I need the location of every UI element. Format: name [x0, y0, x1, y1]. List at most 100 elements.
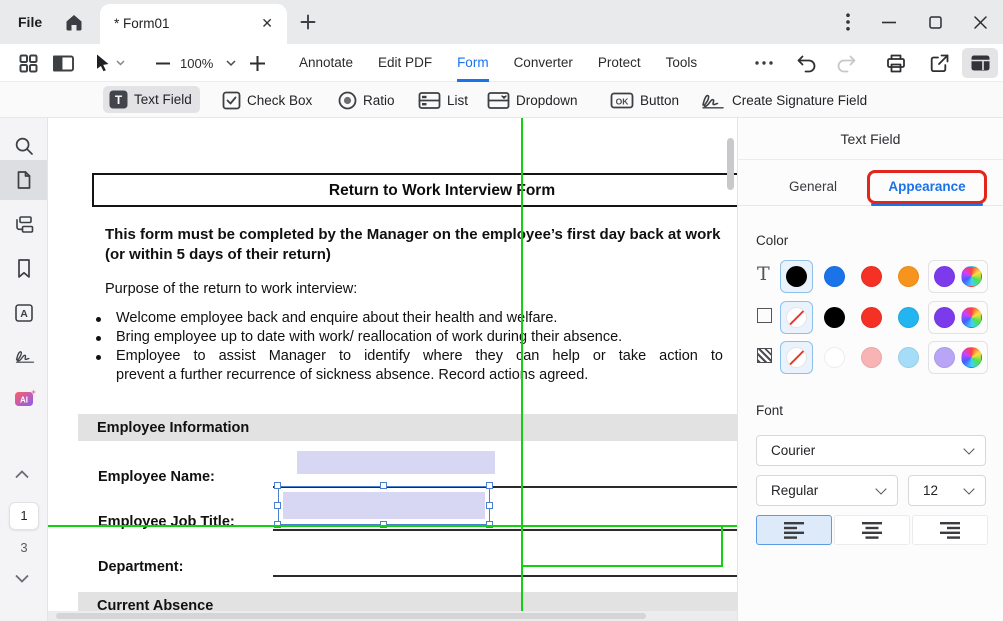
fill-color-swatch-lightpurple[interactable] — [934, 347, 955, 368]
export-icon[interactable] — [929, 44, 950, 82]
border-color-picker-rainbow[interactable] — [961, 307, 982, 328]
bookmark-icon[interactable] — [14, 258, 34, 278]
font-style-select[interactable]: Regular — [756, 475, 898, 506]
panel-toggle-icon[interactable] — [52, 44, 75, 82]
text-color-swatch-blue[interactable] — [824, 266, 845, 287]
menu-tools[interactable]: Tools — [666, 44, 698, 82]
fill-color-swatch-lightblue[interactable] — [898, 347, 919, 368]
border-color-swatch-purple[interactable] — [934, 307, 955, 328]
file-menu[interactable]: File — [18, 0, 42, 44]
zoom-out-icon[interactable] — [156, 44, 170, 82]
new-field-draw-rect[interactable] — [521, 525, 723, 567]
more-tools-icon[interactable] — [755, 44, 773, 82]
zoom-level[interactable]: 100% — [180, 44, 213, 82]
resize-handle-w[interactable] — [274, 502, 281, 509]
border-color-swatch-black[interactable] — [824, 307, 845, 328]
text-field-label: Text Field — [134, 92, 192, 107]
text-color-more-group — [928, 260, 988, 293]
resize-handle-e[interactable] — [486, 502, 493, 509]
grid-view-icon[interactable] — [18, 44, 39, 82]
reading-layout-icon[interactable] — [962, 48, 998, 78]
fill-color-selected-swatch[interactable] — [780, 341, 813, 374]
page-up-icon[interactable] — [15, 470, 35, 490]
text-color-selected-swatch[interactable] — [780, 260, 813, 293]
zoom-in-icon[interactable] — [250, 44, 265, 82]
resize-handle-n[interactable] — [380, 482, 387, 489]
page-thumbnails-icon[interactable] — [14, 170, 34, 190]
page-down-icon[interactable] — [15, 574, 35, 594]
fill-color-picker-rainbow[interactable] — [961, 347, 982, 368]
vertical-scrollbar-thumb[interactable] — [727, 138, 734, 190]
font-family-select[interactable]: Courier — [756, 435, 986, 466]
text-field-tool[interactable]: T Text Field — [103, 86, 200, 113]
employee-name-field[interactable] — [297, 451, 495, 474]
text-color-swatch-red[interactable] — [861, 266, 882, 287]
button-tool[interactable]: OK Button — [610, 82, 679, 118]
maximize-button[interactable] — [920, 0, 950, 44]
next-page-number[interactable]: 3 — [0, 540, 48, 555]
list-tool[interactable]: List — [418, 82, 468, 118]
undo-icon[interactable] — [796, 44, 817, 82]
align-right-button[interactable] — [912, 515, 988, 545]
cursor-dropdown-icon[interactable] — [116, 44, 125, 82]
document-tab[interactable]: * Form01 ✕ — [100, 4, 287, 44]
fill-color-target-icon — [757, 348, 772, 363]
resize-handle-ne[interactable] — [486, 482, 493, 489]
menu-form[interactable]: Form — [457, 44, 489, 82]
fill-color-swatch-pink[interactable] — [861, 347, 882, 368]
current-page-box[interactable]: 1 — [9, 502, 39, 530]
ai-assistant-icon[interactable]: AI — [14, 388, 34, 408]
fill-color-swatch-white[interactable] — [824, 347, 845, 368]
horizontal-scrollbar-track[interactable] — [48, 611, 737, 621]
border-color-swatch-red[interactable] — [861, 307, 882, 328]
button-label: Button — [640, 93, 679, 108]
tab-general[interactable]: General — [758, 171, 868, 203]
check-box-tool[interactable]: Check Box — [222, 82, 312, 118]
properties-panel: Text Field General Appearance Color T — [737, 118, 1003, 621]
minimize-button[interactable] — [874, 0, 904, 44]
font-size-select[interactable]: 12 — [908, 475, 986, 506]
print-icon[interactable] — [885, 44, 907, 82]
outline-tree-icon[interactable] — [14, 215, 34, 235]
selected-text-field[interactable] — [278, 486, 490, 525]
zoom-dropdown-icon[interactable] — [226, 44, 236, 82]
sidebar-signature-icon[interactable] — [14, 347, 34, 367]
menu-annotate[interactable]: Annotate — [299, 44, 353, 82]
title-bar: File * Form01 ✕ — [0, 0, 1003, 44]
border-color-swatch-cyan[interactable] — [898, 307, 919, 328]
annotations-icon[interactable]: A — [14, 303, 34, 323]
doc-bullet-2: Bring employee up to date with work/ rea… — [116, 329, 622, 345]
new-tab-icon[interactable] — [299, 13, 317, 31]
tab-close-icon[interactable]: ✕ — [261, 15, 273, 32]
document-canvas[interactable]: Return to Work Interview Form This form … — [48, 118, 737, 621]
text-color-swatch-orange[interactable] — [898, 266, 919, 287]
left-sidebar: A AI 1 3 — [0, 118, 48, 621]
home-icon[interactable] — [63, 11, 85, 33]
titlebar-kebab-icon[interactable] — [833, 0, 863, 44]
select-cursor-icon[interactable] — [92, 44, 112, 82]
align-left-button[interactable] — [756, 515, 832, 545]
border-color-selected-swatch[interactable] — [780, 301, 813, 334]
redo-icon[interactable] — [836, 44, 857, 82]
bullet-dot — [96, 317, 101, 322]
dropdown-tool[interactable]: Dropdown — [487, 82, 578, 118]
text-color-picker-rainbow[interactable] — [961, 266, 982, 287]
menu-edit-pdf[interactable]: Edit PDF — [378, 44, 432, 82]
signature-field-tool[interactable]: Create Signature Field — [700, 82, 867, 118]
menu-protect[interactable]: Protect — [598, 44, 641, 82]
close-button[interactable] — [965, 0, 995, 44]
selected-field-fill[interactable] — [283, 492, 485, 519]
section1-title: Employee Information — [78, 414, 737, 436]
horizontal-scrollbar-thumb[interactable] — [56, 613, 646, 619]
search-icon[interactable] — [14, 136, 34, 156]
doc-bullet-3-line1: Employee to assist Manager to identify w… — [116, 348, 723, 364]
dropdown-label: Dropdown — [516, 93, 578, 108]
svg-text:A: A — [20, 308, 28, 320]
align-center-button[interactable] — [834, 515, 910, 545]
menu-converter[interactable]: Converter — [514, 44, 573, 82]
resize-handle-nw[interactable] — [274, 482, 281, 489]
text-color-swatch-purple[interactable] — [934, 266, 955, 287]
doc-purpose: Purpose of the return to work interview: — [105, 281, 357, 297]
panel-title: Text Field — [738, 118, 1003, 160]
radio-tool[interactable]: Ratio — [338, 82, 395, 118]
